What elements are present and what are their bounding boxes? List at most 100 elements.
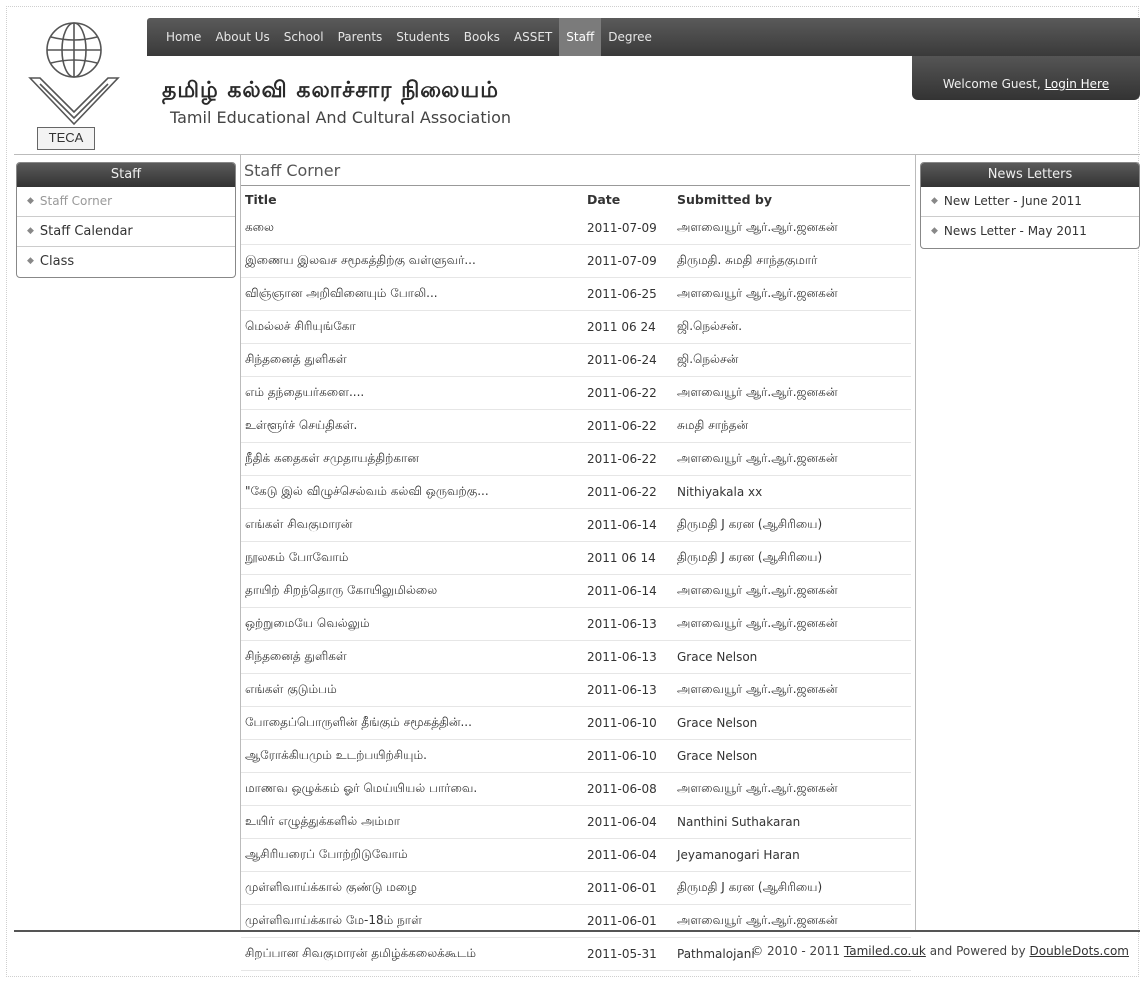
table-row: மாணவ ஒழுக்கம் ஓர் மெய்யியல் பார்வை. 2011-… — [241, 772, 911, 806]
bullet-icon: ◆ — [27, 196, 34, 206]
article-title-link[interactable]: மெல்லச் சிரியுங்கோ — [241, 310, 586, 344]
menu-item-label: Class — [39, 254, 75, 269]
table-row: ஆரோக்கியமும் உடற்பயிற்சியும். 2011-06-10 G… — [241, 739, 911, 773]
article-author: திருமதி J கரன (ஆசிரியை) — [676, 541, 911, 575]
table-row: முள்ளிவாய்க்கால் மே-18ம் நாள் 2011-06-01 அ… — [241, 904, 911, 938]
article-author: ஜி.நெல்சன் — [676, 343, 911, 377]
column-header-submitted-by[interactable]: Submitted by — [676, 186, 911, 212]
article-title-link[interactable]: இணைய இலவச சமூகத்திற்கு வள்ளுவர்... — [241, 244, 586, 278]
article-date: 2011-06-14 — [586, 508, 676, 542]
site-title-tamil: தமிழ் கல்வி கலாச்சார நிலையம் — [162, 77, 499, 103]
article-title-link[interactable]: தாயிற் சிறந்தொரு கோயிலுமில்லை — [241, 574, 586, 608]
article-title-link[interactable]: கலை — [241, 212, 586, 245]
article-author: அளவையூர் ஆர்.ஆர்.ஜனகன் — [676, 442, 911, 476]
article-author: அளவையூர் ஆர்.ஆர்.ஜனகன் — [676, 277, 911, 311]
table-row: உள்ளூர்ச் செய்திகள். 2011-06-22 சுமதி சாந்… — [241, 409, 911, 443]
bullet-icon: ◆ — [27, 226, 34, 236]
sidebar-item-staff-corner[interactable]: ◆ Staff Corner — [17, 187, 235, 217]
table-row: மெல்லச் சிரியுங்கோ 2011 06 24 ஜி.நெல்சன். — [241, 310, 911, 344]
article-date: 2011-06-22 — [586, 475, 676, 509]
nav-item-school[interactable]: School — [277, 18, 331, 56]
article-author: அளவையூர் ஆர்.ஆர்.ஜனகன் — [676, 904, 911, 938]
article-date: 2011-06-10 — [586, 739, 676, 773]
nav-item-books[interactable]: Books — [457, 18, 507, 56]
tamiled-link[interactable]: Tamiled.co.uk — [844, 944, 926, 958]
sidebar-item-staff-calendar[interactable]: ◆ Staff Calendar — [17, 217, 235, 247]
article-title-link[interactable]: நூலகம் போவோம் — [241, 541, 586, 575]
nav-item-staff[interactable]: Staff — [559, 18, 602, 56]
article-title-link[interactable]: சிறப்பான சிவகுமாரன் தமிழ்க்கலைக்கூடம் — [241, 937, 586, 971]
table-row: சிந்தனைத் துளிகள் 2011-06-13 Grace Nelson — [241, 640, 911, 674]
article-author: திருமதி J கரன (ஆசிரியை) — [676, 871, 911, 905]
article-date: 2011-06-22 — [586, 409, 676, 443]
article-title-link[interactable]: சிந்தனைத் துளிகள் — [241, 343, 586, 377]
article-title-link[interactable]: எங்கள் குடும்பம் — [241, 673, 586, 707]
column-header-title[interactable]: Title — [241, 186, 586, 212]
sidebar-item-class[interactable]: ◆ Class — [17, 247, 235, 276]
article-title-link[interactable]: "கேடு இல் விழுச்செல்வம் கல்வி ஒருவற்கு..… — [241, 475, 586, 509]
article-title-link[interactable]: முள்ளிவாய்க்கால் மே-18ம் நாள் — [241, 904, 586, 938]
menu-item-label: Staff Calendar — [39, 224, 133, 239]
article-title-link[interactable]: மாணவ ஒழுக்கம் ஓர் மெய்யியல் பார்வை. — [241, 772, 586, 806]
article-title-link[interactable]: எங்கள் சிவகுமாரன் — [241, 508, 586, 542]
article-date: 2011-06-01 — [586, 904, 676, 938]
article-title-link[interactable]: எம் தந்தையர்களை.... — [241, 376, 586, 410]
right-column-divider — [915, 155, 916, 931]
article-date: 2011-06-13 — [586, 640, 676, 674]
article-date: 2011-06-08 — [586, 772, 676, 806]
article-title-link[interactable]: நீதிக் கதைகள் சமுதாயத்திற்கான — [241, 442, 586, 476]
table-row: சிந்தனைத் துளிகள் 2011-06-24 ஜி.நெல்சன் — [241, 343, 911, 377]
article-date: 2011-06-22 — [586, 442, 676, 476]
newsletter-item-new-letter-june-2011[interactable]: ◆ New Letter - June 2011 — [921, 187, 1139, 217]
article-author: Jeyamanogari Haran — [676, 838, 911, 872]
column-header-date[interactable]: Date — [586, 186, 676, 212]
article-title-link[interactable]: ஆரோக்கியமும் உடற்பயிற்சியும். — [241, 739, 586, 773]
article-date: 2011-06-13 — [586, 673, 676, 707]
article-title-link[interactable]: விஞ்ஞான அறிவினையும் போலி... — [241, 277, 586, 311]
article-title-link[interactable]: ஆசிரியரைப் போற்றிடுவோம் — [241, 838, 586, 872]
article-date: 2011-07-09 — [586, 212, 676, 245]
doubledots-link[interactable]: DoubleDots.com — [1029, 944, 1129, 958]
top-navigation: Home About Us School Parents Students Books AS… — [147, 18, 1140, 56]
sidebar-title: Staff — [17, 163, 235, 187]
nav-item-degree[interactable]: Degree — [601, 18, 659, 56]
table-row: விஞ்ஞான அறிவினையும் போலி... 2011-06-25 அளவ… — [241, 277, 911, 311]
newsletters-sidebar: News Letters ◆ New Letter - June 2011 ◆ New… — [920, 162, 1140, 249]
article-date: 2011-06-14 — [586, 574, 676, 608]
article-title-link[interactable]: உயிர் எழுத்துக்களில் அம்மா — [241, 805, 586, 839]
article-title-link[interactable]: முள்ளிவாய்க்கால் குண்டு மழை — [241, 871, 586, 905]
table-row: ஒற்றுமையே வெல்லும் 2011-06-13 அளவையூர் ஆர்… — [241, 607, 911, 641]
newsletter-item-news-letter-may-2011[interactable]: ◆ News Letter - May 2011 — [921, 217, 1139, 246]
table-row: நூலகம் போவோம் 2011 06 14 திருமதி J கரன (ஆச… — [241, 541, 911, 575]
article-title-link[interactable]: உள்ளூர்ச் செய்திகள். — [241, 409, 586, 443]
nav-item-students[interactable]: Students — [389, 18, 457, 56]
newsletters-title: News Letters — [921, 163, 1139, 187]
article-date: 2011-06-25 — [586, 277, 676, 311]
table-row: நீதிக் கதைகள் சமுதாயத்திற்கான 2011-06-22 அ… — [241, 442, 911, 476]
nav-item-home[interactable]: Home — [159, 18, 208, 56]
table-row: போதைப்பொருளின் தீங்கும் சமூகத்தின்... 201… — [241, 706, 911, 740]
article-author: அளவையூர் ஆர்.ஆர்.ஜனகன் — [676, 607, 911, 641]
article-author: Grace Nelson — [676, 706, 911, 740]
article-title-link[interactable]: ஒற்றுமையே வெல்லும் — [241, 607, 586, 641]
powered-by-text: and Powered by — [929, 944, 1026, 958]
nav-item-asset[interactable]: ASSET — [507, 18, 559, 56]
login-link[interactable]: Login Here — [1044, 77, 1109, 91]
article-author: திருமதி J கரன (ஆசிரியை) — [676, 508, 911, 542]
table-row: தாயிற் சிறந்தொரு கோயிலுமில்லை 2011-06-14 அ… — [241, 574, 911, 608]
article-author: ஜி.நெல்சன். — [676, 310, 911, 344]
article-author: சுமதி சாந்தன் — [676, 409, 911, 443]
nav-item-about-us[interactable]: About Us — [208, 18, 276, 56]
staff-corner-content: Staff Corner Title Date Submitted by கலை… — [241, 155, 915, 971]
table-row: எங்கள் சிவகுமாரன் 2011-06-14 திருமதி J கரன… — [241, 508, 911, 542]
article-date: 2011-06-04 — [586, 838, 676, 872]
bullet-icon: ◆ — [931, 196, 938, 206]
table-row: உயிர் எழுத்துக்களில் அம்மா 2011-06-04 Nant… — [241, 805, 911, 839]
article-author: அளவையூர் ஆர்.ஆர்.ஜனகன் — [676, 376, 911, 410]
article-title-link[interactable]: போதைப்பொருளின் தீங்கும் சமூகத்தின்... — [241, 706, 586, 740]
site-title-english: Tamil Educational And Cultural Associati… — [170, 108, 511, 127]
menu-item-label: New Letter - June 2011 — [943, 194, 1082, 208]
nav-item-parents[interactable]: Parents — [331, 18, 390, 56]
article-title-link[interactable]: சிந்தனைத் துளிகள் — [241, 640, 586, 674]
welcome-text: Welcome Guest, — [942, 77, 1045, 91]
